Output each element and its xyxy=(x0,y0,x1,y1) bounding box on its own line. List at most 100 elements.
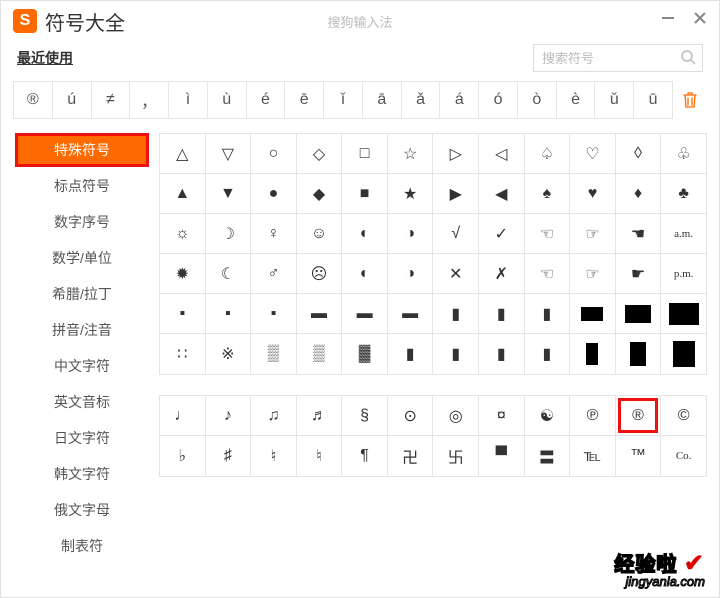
symbol-cell[interactable]: ◑ xyxy=(388,214,434,253)
symbol-cell[interactable]: ※ xyxy=(206,334,252,374)
symbol-cell[interactable]: a.m. xyxy=(661,214,706,253)
symbol-cell[interactable]: ▬ xyxy=(297,294,343,333)
recent-symbol[interactable]: á xyxy=(440,82,479,118)
symbol-cell[interactable]: ☯ xyxy=(525,396,571,435)
symbol-cell[interactable]: ♫ xyxy=(251,396,297,435)
symbol-cell[interactable]: ♣ xyxy=(661,174,706,213)
symbol-cell[interactable]: 卍 xyxy=(388,436,434,476)
symbol-cell[interactable]: ♀ xyxy=(251,214,297,253)
recent-symbol[interactable]: ē xyxy=(285,82,324,118)
symbol-cell[interactable]: ♭ xyxy=(160,436,206,476)
category-item[interactable]: 韩文字符 xyxy=(15,457,149,491)
category-item[interactable]: 拼音/注音 xyxy=(15,313,149,347)
category-item[interactable]: 英文音标 xyxy=(15,385,149,419)
symbol-cell[interactable]: ◁ xyxy=(479,134,525,173)
symbol-cell[interactable]: ✓ xyxy=(479,214,525,253)
symbol-cell[interactable] xyxy=(570,294,616,333)
symbol-cell[interactable]: ▼ xyxy=(206,174,252,213)
symbol-cell[interactable] xyxy=(570,334,616,374)
symbol-cell[interactable]: ✕ xyxy=(433,254,479,293)
symbol-cell[interactable]: ■ xyxy=(342,174,388,213)
symbol-cell[interactable]: ♡ xyxy=(570,134,616,173)
symbol-cell[interactable]: ▮ xyxy=(479,334,525,374)
symbol-cell[interactable]: ▮ xyxy=(388,334,434,374)
symbol-cell[interactable]: ✹ xyxy=(160,254,206,293)
symbol-cell[interactable]: ▬ xyxy=(388,294,434,333)
recent-symbol[interactable]: ǔ xyxy=(595,82,634,118)
close-button[interactable] xyxy=(691,9,709,27)
symbol-cell[interactable]: ☚ xyxy=(616,214,662,253)
symbol-cell[interactable]: ▽ xyxy=(206,134,252,173)
symbol-cell[interactable]: 卐 xyxy=(433,436,479,476)
recent-symbol[interactable]: ≠ xyxy=(92,82,131,118)
symbol-cell[interactable]: ¤ xyxy=(479,396,525,435)
symbol-cell[interactable]: ♠ xyxy=(525,174,571,213)
recent-symbol[interactable]: ǐ xyxy=(324,82,363,118)
symbol-cell[interactable]: § xyxy=(342,396,388,435)
symbol-cell[interactable]: ☾ xyxy=(206,254,252,293)
symbol-cell[interactable]: □ xyxy=(342,134,388,173)
recent-symbol[interactable]: ì xyxy=(169,82,208,118)
recent-symbol[interactable]: ù xyxy=(208,82,247,118)
symbol-cell[interactable] xyxy=(661,334,706,374)
symbol-cell[interactable]: 〓 xyxy=(525,436,571,476)
symbol-cell[interactable]: ☽ xyxy=(206,214,252,253)
symbol-cell[interactable]: p.m. xyxy=(661,254,706,293)
symbol-cell[interactable]: ▪ xyxy=(206,294,252,333)
symbol-cell[interactable]: ▒ xyxy=(297,334,343,374)
symbol-cell[interactable]: ♮ xyxy=(297,436,343,476)
symbol-cell[interactable]: △ xyxy=(160,134,206,173)
search-input[interactable] xyxy=(534,45,702,71)
symbol-cell[interactable]: ▲ xyxy=(160,174,206,213)
symbol-cell[interactable]: ☼ xyxy=(160,214,206,253)
symbol-cell[interactable]: √ xyxy=(433,214,479,253)
category-item[interactable]: 数字序号 xyxy=(15,205,149,239)
symbol-cell[interactable]: ◐ xyxy=(342,214,388,253)
symbol-cell[interactable]: ♬ xyxy=(297,396,343,435)
symbol-cell[interactable]: ☹ xyxy=(297,254,343,293)
symbol-cell[interactable]: ♥ xyxy=(570,174,616,213)
symbol-cell[interactable]: ♩ xyxy=(160,396,206,435)
search-icon[interactable] xyxy=(681,50,696,69)
category-item[interactable]: 日文字符 xyxy=(15,421,149,455)
category-item[interactable]: 中文字符 xyxy=(15,349,149,383)
symbol-cell[interactable]: ▪ xyxy=(160,294,206,333)
recent-symbol[interactable]: ā xyxy=(363,82,402,118)
symbol-cell[interactable]: ☞ xyxy=(570,254,616,293)
recent-symbol[interactable]: ò xyxy=(518,82,557,118)
recent-symbol[interactable]: ú xyxy=(53,82,92,118)
recent-symbol[interactable]: è xyxy=(557,82,596,118)
symbol-cell[interactable]: Co. xyxy=(661,436,706,476)
recent-symbol[interactable]: é xyxy=(247,82,286,118)
symbol-cell[interactable]: ▶ xyxy=(433,174,479,213)
clear-recent-button[interactable] xyxy=(673,81,707,119)
symbol-cell[interactable]: ☜ xyxy=(525,214,571,253)
symbol-cell[interactable]: ▬ xyxy=(342,294,388,333)
symbol-cell[interactable]: ♮ xyxy=(251,436,297,476)
symbol-cell[interactable]: ☆ xyxy=(388,134,434,173)
symbol-cell[interactable]: ⊙ xyxy=(388,396,434,435)
category-item[interactable]: 特殊符号 xyxy=(15,133,149,167)
symbol-cell[interactable]: ▮ xyxy=(525,334,571,374)
symbol-cell[interactable]: ◀ xyxy=(479,174,525,213)
symbol-cell[interactable]: ◑ xyxy=(388,254,434,293)
symbol-cell[interactable]: ♪ xyxy=(206,396,252,435)
symbol-cell[interactable]: ▪ xyxy=(251,294,297,333)
symbol-cell[interactable]: ▀ xyxy=(479,436,525,476)
category-item[interactable]: 标点符号 xyxy=(15,169,149,203)
symbol-cell[interactable]: ▮ xyxy=(479,294,525,333)
symbol-cell[interactable]: ∷ xyxy=(160,334,206,374)
symbol-cell[interactable]: ☛ xyxy=(616,254,662,293)
symbol-cell[interactable]: ▮ xyxy=(525,294,571,333)
symbol-cell[interactable]: ◎ xyxy=(433,396,479,435)
symbol-cell[interactable]: ♧ xyxy=(661,134,706,173)
symbol-cell[interactable]: ◆ xyxy=(297,174,343,213)
minimize-button[interactable] xyxy=(659,9,677,27)
symbol-cell[interactable]: ▓ xyxy=(342,334,388,374)
symbol-cell[interactable]: ▮ xyxy=(433,294,479,333)
category-item[interactable]: 俄文字母 xyxy=(15,493,149,527)
symbol-cell[interactable]: ▒ xyxy=(251,334,297,374)
recent-symbol[interactable]: ǎ xyxy=(402,82,441,118)
symbol-cell[interactable]: ◊ xyxy=(616,134,662,173)
symbol-cell[interactable]: ♦ xyxy=(616,174,662,213)
